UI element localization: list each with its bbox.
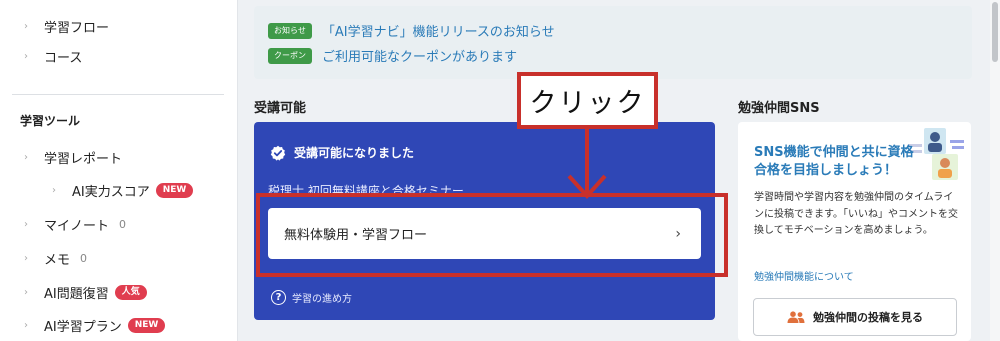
sidebar-item-ai-review[interactable]: › AI問題復習 人気 xyxy=(24,282,147,302)
new-badge: NEW xyxy=(127,317,166,333)
sidebar-item-label: AI学習プラン xyxy=(44,319,122,335)
item-count: 0 xyxy=(119,217,127,231)
chevron-right-icon: › xyxy=(52,184,56,196)
available-section-title: 受講可能 xyxy=(254,101,307,116)
sidebar-item-label: メモ xyxy=(44,252,71,268)
sidebar-item-label: 学習レポート xyxy=(44,151,123,167)
notice-item-release[interactable]: お知らせ 「AI学習ナビ」機能リリースのお知らせ xyxy=(268,21,555,40)
down-arrow-icon xyxy=(567,128,607,199)
chevron-right-icon: › xyxy=(24,151,28,163)
chevron-right-icon: › xyxy=(24,286,28,298)
chevron-right-icon: › xyxy=(24,218,28,230)
sidebar-item-label: コース xyxy=(44,50,83,66)
coupon-link[interactable]: ご利用可能なクーポンがあります xyxy=(322,46,517,65)
item-count: 0 xyxy=(80,251,88,265)
scrollbar[interactable] xyxy=(990,0,1000,341)
sns-panel: SNS機能で仲間と共に資格合格を目指しましょう！ 学習時間や学習内容を勉強仲間の… xyxy=(738,122,971,341)
chevron-right-icon: › xyxy=(24,252,28,264)
sidebar-item-memo[interactable]: › メモ 0 xyxy=(24,248,87,268)
chevron-right-icon: › xyxy=(24,20,28,32)
sidebar-item-course[interactable]: › コース xyxy=(24,46,82,66)
sidebar-item-ai-plan[interactable]: › AI学習プラン NEW xyxy=(24,315,166,335)
coupon-tag: クーポン xyxy=(268,47,312,64)
sidebar-item-label: AI実力スコア xyxy=(72,184,150,200)
popular-badge: 人気 xyxy=(114,284,147,300)
course-status: 受講可能になりました xyxy=(270,144,414,161)
sidebar-item-label: 学習フロー xyxy=(44,20,110,36)
button-label: 勉強仲間の投稿を見る xyxy=(813,311,923,324)
sidebar-item-learning-report[interactable]: › 学習レポート xyxy=(24,147,122,167)
notice-tag: お知らせ xyxy=(268,22,312,39)
new-badge: NEW xyxy=(155,182,194,198)
highlight-box xyxy=(256,193,728,277)
sns-section-title: 勉強仲間SNS xyxy=(738,101,820,116)
sns-description: 学習時間や学習内容を勉強仲間のタイムラインに投稿できます。「いいね」やコメントを… xyxy=(754,192,958,236)
view-peer-posts-button[interactable]: 勉強仲間の投稿を見る xyxy=(753,298,957,336)
people-icon xyxy=(787,311,805,323)
sidebar-divider xyxy=(12,94,224,95)
notice-link[interactable]: 「AI学習ナビ」機能リリースのお知らせ xyxy=(322,21,555,40)
notice-item-coupon[interactable]: クーポン ご利用可能なクーポンがあります xyxy=(268,46,517,65)
scrollbar-thumb[interactable] xyxy=(992,2,998,62)
sidebar-item-learning-flow[interactable]: › 学習フロー xyxy=(24,16,109,36)
sns-feature-link[interactable]: 勉強仲間機能について xyxy=(754,268,854,283)
sidebar: › 学習フロー › コース 学習ツール › 学習レポート › AI実力スコア N… xyxy=(0,0,238,341)
sidebar-item-my-note[interactable]: › マイノート 0 xyxy=(24,214,126,234)
sidebar-item-ai-score[interactable]: › AI実力スコア NEW xyxy=(52,180,194,200)
sns-headline: SNS機能で仲間と共に資格合格を目指しましょう！ xyxy=(754,145,914,178)
help-link-label: 学習の進め方 xyxy=(292,294,352,305)
course-status-label: 受講可能になりました xyxy=(294,146,415,160)
chevron-right-icon: › xyxy=(24,319,28,331)
sidebar-item-label: マイノート xyxy=(44,218,110,234)
sidebar-item-label: AI問題復習 xyxy=(44,286,109,302)
chevron-right-icon: › xyxy=(24,50,28,62)
notice-box: お知らせ 「AI学習ナビ」機能リリースのお知らせ クーポン ご利用可能なクーポン… xyxy=(254,6,972,79)
click-annotation-label: クリック xyxy=(517,72,658,129)
sidebar-heading-tools: 学習ツール xyxy=(20,114,81,128)
how-to-study-link[interactable]: ? 学習の進め方 xyxy=(271,290,352,305)
check-badge-icon xyxy=(270,145,286,161)
question-icon: ? xyxy=(271,290,286,305)
